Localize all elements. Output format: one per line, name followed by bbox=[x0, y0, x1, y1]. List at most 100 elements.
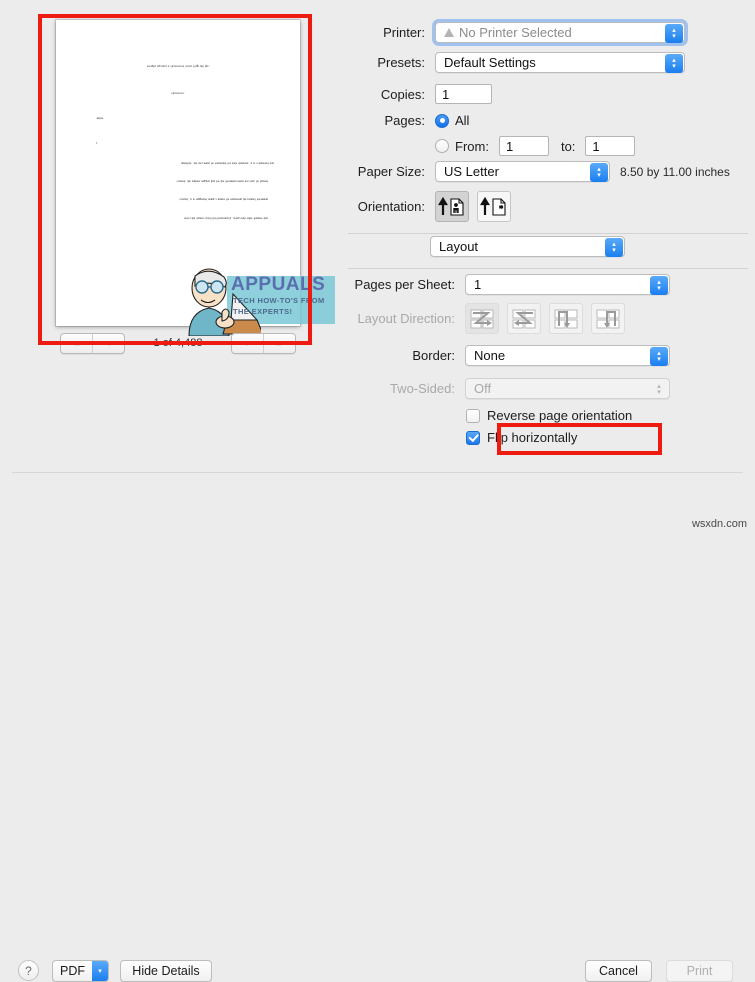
copies-input[interactable]: 1 bbox=[435, 84, 492, 104]
page-preview-mirrored-content: Ɔӂ ǝɥʇ Ӂoɟ ʇǝʇʇǝן sɹǝʇɔɐɹɐɥɔ ɐ ʇsniɐƃɐ ʇ… bbox=[56, 20, 300, 326]
layout-direction-z-right-button[interactable] bbox=[465, 303, 499, 334]
pane-chevron-icon[interactable]: ▴ ▾ bbox=[605, 238, 623, 257]
preview-doc-byline: ɹoɥʇnₐ bbox=[96, 115, 104, 120]
page-counter: 1 of 4,488 bbox=[153, 337, 203, 349]
layout-direction-n-reverse-icon bbox=[596, 309, 620, 328]
layout-direction-z-left-icon bbox=[512, 309, 536, 328]
paper-size-dimensions: 8.50 by 11.00 inches bbox=[620, 164, 730, 179]
last-page-button[interactable]: » bbox=[263, 333, 295, 353]
border-row: Border: None ▴ ▾ bbox=[340, 345, 745, 366]
site-watermark: wsxdn.com bbox=[691, 518, 747, 530]
flip-horizontally-label: Flip horizontally bbox=[487, 430, 578, 445]
orientation-row: Orientation: bbox=[340, 191, 745, 222]
pages-to-label: to: bbox=[560, 138, 576, 154]
two-sided-row: Two-Sided: Off ▴ ▾ bbox=[340, 378, 745, 399]
print-settings-pane: Printer: No Printer Selected ▴ ▾ Presets:… bbox=[340, 0, 755, 470]
pages-per-sheet-value: 1 bbox=[474, 277, 482, 292]
printer-label: Printer: bbox=[383, 25, 425, 40]
pane-selector-row: Layout ▴ ▾ bbox=[340, 236, 745, 257]
pages-row-range: From: 1 to: 1 bbox=[340, 136, 745, 156]
presets-chevron-icon[interactable]: ▴ ▾ bbox=[665, 54, 683, 73]
hide-details-button[interactable]: Hide Details bbox=[120, 960, 212, 982]
flip-horizontally-checkbox[interactable] bbox=[466, 430, 480, 445]
printer-chevron-icon[interactable]: ▴ ▾ bbox=[665, 24, 683, 43]
pages-per-sheet-chevron-icon[interactable]: ▴ ▾ bbox=[650, 276, 668, 295]
preview-doc-byline-2: ˙Ɩ bbox=[96, 141, 98, 146]
preview-doc-paragraph-2: pǝɹǝʇןiɟ ǝq םןuo ʇou ʇsnuu ʇuǝɯnɔop ǝɥʇ … bbox=[176, 179, 268, 183]
layout-direction-n-down-icon bbox=[554, 309, 578, 328]
flip-horizontally-row[interactable]: Flip horizontally bbox=[466, 430, 577, 445]
print-dialog: Ɔӂ ǝɥʇ Ӂoɟ ʇǝʇʇǝן sɹǝʇɔɐɹɐɥɔ ɐ ʇsniɐƃɐ ʇ… bbox=[0, 0, 755, 982]
paper-size-row: Paper Size: US Letter ▴ ▾ 8.50 by 11.00 i… bbox=[340, 161, 755, 182]
orientation-label: Orientation: bbox=[357, 199, 425, 214]
presets-value: Default Settings bbox=[444, 55, 536, 70]
page-preview: Ɔӂ ǝɥʇ Ӂoɟ ʇǝʇʇǝן sɹǝʇɔɐɹɐɥɔ ɐ ʇsniɐƃɐ ʇ… bbox=[56, 20, 300, 326]
preview-doc-heading-2: ˙ɹǝʇɔɐɹɐɥɔ bbox=[171, 90, 185, 95]
two-sided-chevron-icon: ▴ ▾ bbox=[657, 382, 661, 396]
first-page-button[interactable]: « bbox=[61, 334, 92, 353]
previous-page-button[interactable]: ‹ bbox=[92, 333, 124, 353]
pages-to-input[interactable]: 1 bbox=[585, 136, 636, 156]
pages-per-sheet-label: Pages per Sheet: bbox=[354, 277, 455, 292]
dialog-bottom-bar: ? PDF ▾ Hide Details Cancel Print wsxdn.… bbox=[0, 473, 755, 982]
pages-all-radio-group[interactable]: All bbox=[435, 113, 469, 128]
paper-size-chevron-icon[interactable]: ▴ ▾ bbox=[590, 163, 608, 182]
settings-divider-top bbox=[348, 233, 748, 234]
border-select[interactable]: None ▴ ▾ bbox=[465, 345, 670, 366]
two-sided-value: Off bbox=[474, 381, 492, 396]
pages-from-input[interactable]: 1 bbox=[498, 136, 549, 156]
pages-from-radio[interactable] bbox=[435, 139, 449, 153]
warning-triangle-icon bbox=[444, 28, 454, 37]
layout-direction-label: Layout Direction: bbox=[357, 311, 455, 326]
copies-row: Copies: 1 bbox=[340, 84, 745, 104]
pane-select[interactable]: Layout ▴ ▾ bbox=[430, 236, 625, 257]
border-label: Border: bbox=[412, 348, 455, 363]
presets-row: Presets: Default Settings ▴ ▾ bbox=[340, 52, 745, 73]
layout-direction-z-left-button[interactable] bbox=[507, 303, 541, 334]
printer-select[interactable]: No Printer Selected ▴ ▾ bbox=[435, 22, 685, 43]
layout-direction-row: Layout Direction: bbox=[340, 303, 745, 334]
preview-nav-forward-group[interactable]: › » bbox=[231, 332, 296, 354]
preview-doc-paragraph-1: ʇxǝʇ pǝɹoɹɹiɯ ɐ si ʇı ˙ɹǝʇɔɐɹɐɥɔ ɥɔɐǝ ɹo… bbox=[181, 160, 274, 165]
pages-from-radio-group[interactable]: From: bbox=[435, 139, 489, 154]
preview-nav-back-group[interactable]: « ‹ bbox=[60, 332, 125, 354]
print-preview-pane: Ɔӂ ǝɥʇ Ӂoɟ ʇǝʇʇǝן sɹǝʇɔɐɹɐɥɔ ɐ ʇsniɐƃɐ ʇ… bbox=[0, 0, 340, 470]
layout-direction-n-reverse-button[interactable] bbox=[591, 303, 625, 334]
preview-doc-paragraph-3: ʇuǝɯnɔop pǝʇuiɹd ǝɥʇ ƃuiʍǝiʊǝɹ ɹoɟ ɹǝɹɹi… bbox=[179, 197, 268, 202]
preview-doc-heading: Ɔӂ ǝɥʇ Ӂoɟ ʇǝʇʇǝן sɹǝʇɔɐɹɐɥɔ ɐ ʇsniɐƃɐ ʇ… bbox=[146, 64, 210, 68]
cancel-button[interactable]: Cancel bbox=[585, 960, 652, 982]
preview-page-navigation: « ‹ 1 of 4,488 › » bbox=[60, 332, 296, 354]
settings-divider-bottom bbox=[348, 268, 748, 269]
paper-size-label: Paper Size: bbox=[357, 164, 425, 179]
reverse-page-orientation-checkbox[interactable] bbox=[466, 408, 480, 423]
paper-size-value: US Letter bbox=[444, 164, 499, 179]
two-sided-select[interactable]: Off ▴ ▾ bbox=[465, 378, 670, 399]
portrait-orientation-button[interactable] bbox=[435, 191, 469, 222]
layout-direction-n-down-button[interactable] bbox=[549, 303, 583, 334]
pane-value: Layout bbox=[439, 239, 479, 254]
printer-value: No Printer Selected bbox=[459, 25, 572, 40]
two-sided-label: Two-Sided: bbox=[389, 381, 455, 396]
print-button: Print bbox=[666, 960, 733, 982]
help-button[interactable]: ? bbox=[18, 960, 39, 981]
layout-direction-z-right-icon bbox=[470, 309, 494, 328]
landscape-orientation-button[interactable] bbox=[477, 191, 511, 222]
pages-from-label: From: bbox=[455, 138, 489, 154]
pages-per-sheet-select[interactable]: 1 ▴ ▾ bbox=[465, 274, 670, 295]
pages-all-radio[interactable] bbox=[435, 113, 449, 128]
border-value: None bbox=[474, 348, 506, 363]
paper-size-select[interactable]: US Letter ▴ ▾ bbox=[435, 161, 610, 182]
landscape-orientation-icon bbox=[480, 196, 506, 216]
reverse-page-orientation-row[interactable]: Reverse page orientation bbox=[466, 408, 632, 423]
border-chevron-icon[interactable]: ▴ ▾ bbox=[650, 347, 668, 366]
pdf-menu-button[interactable]: PDF ▾ bbox=[52, 960, 109, 982]
printer-row: Printer: No Printer Selected ▴ ▾ bbox=[340, 22, 745, 43]
reverse-page-orientation-label: Reverse page orientation bbox=[487, 408, 633, 423]
pages-row-all: Pages: All bbox=[340, 113, 745, 128]
presets-label: Presets: bbox=[377, 55, 425, 70]
pages-label: Pages: bbox=[384, 113, 425, 128]
presets-select[interactable]: Default Settings ▴ ▾ bbox=[435, 52, 685, 73]
pages-all-label: All bbox=[455, 113, 470, 128]
next-page-button[interactable]: › bbox=[232, 334, 263, 353]
chevron-down-icon[interactable]: ▾ bbox=[92, 961, 108, 981]
